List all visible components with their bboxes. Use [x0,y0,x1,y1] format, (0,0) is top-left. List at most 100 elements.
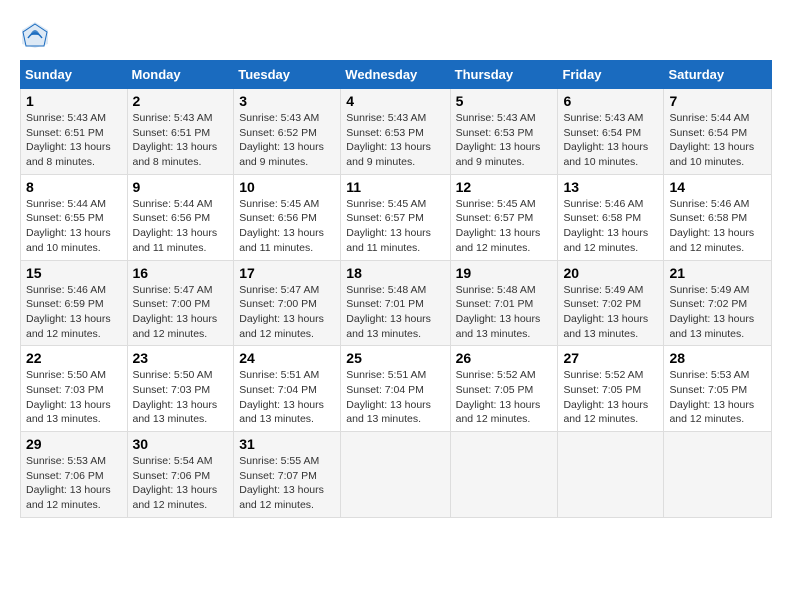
week-row-3: 15 Sunrise: 5:46 AMSunset: 6:59 PMDayligh… [21,260,772,346]
day-cell: 4Sunrise: 5:43 AMSunset: 6:53 PMDaylight… [341,89,450,175]
day-info: Sunrise: 5:51 AMSunset: 7:04 PMDaylight:… [346,369,431,425]
day-cell: 10 Sunrise: 5:45 AMSunset: 6:56 PMDayligh… [234,174,341,260]
day-cell: 28 Sunrise: 5:53 AMSunset: 7:05 PMDayligh… [664,346,772,432]
day-cell: 29Sunrise: 5:53 AMSunset: 7:06 PMDayligh… [21,432,128,518]
header-thursday: Thursday [450,61,558,89]
day-number: 24 [239,350,335,366]
day-info: Sunrise: 5:50 AMSunset: 7:03 PMDaylight:… [133,369,218,425]
day-cell: 30 Sunrise: 5:54 AMSunset: 7:06 PMDayligh… [127,432,234,518]
week-row-2: 8 Sunrise: 5:44 AMSunset: 6:55 PMDaylight… [21,174,772,260]
day-info: Sunrise: 5:54 AMSunset: 7:06 PMDaylight:… [133,455,218,511]
day-cell: 13Sunrise: 5:46 AMSunset: 6:58 PMDayligh… [558,174,664,260]
day-cell [450,432,558,518]
day-info: Sunrise: 5:43 AMSunset: 6:51 PMDaylight:… [133,112,218,168]
day-number: 12 [456,179,553,195]
day-info: Sunrise: 5:48 AMSunset: 7:01 PMDaylight:… [456,284,541,340]
day-info: Sunrise: 5:52 AMSunset: 7:05 PMDaylight:… [456,369,541,425]
day-cell: 20Sunrise: 5:49 AMSunset: 7:02 PMDayligh… [558,260,664,346]
day-number: 15 [26,265,122,281]
day-info: Sunrise: 5:43 AMSunset: 6:52 PMDaylight:… [239,112,324,168]
day-cell: 16 Sunrise: 5:47 AMSunset: 7:00 PMDayligh… [127,260,234,346]
day-cell: 23Sunrise: 5:50 AMSunset: 7:03 PMDayligh… [127,346,234,432]
week-row-5: 29Sunrise: 5:53 AMSunset: 7:06 PMDayligh… [21,432,772,518]
day-number: 9 [133,179,229,195]
day-number: 27 [563,350,658,366]
day-number: 16 [133,265,229,281]
logo [20,20,54,50]
day-cell: 1 Sunrise: 5:43 AMSunset: 6:51 PMDaylight… [21,89,128,175]
day-cell: 26Sunrise: 5:52 AMSunset: 7:05 PMDayligh… [450,346,558,432]
header-monday: Monday [127,61,234,89]
day-cell: 9 Sunrise: 5:44 AMSunset: 6:56 PMDaylight… [127,174,234,260]
day-number: 7 [669,93,766,109]
day-info: Sunrise: 5:52 AMSunset: 7:05 PMDaylight:… [563,369,648,425]
day-info: Sunrise: 5:43 AMSunset: 6:51 PMDaylight:… [26,112,111,168]
day-info: Sunrise: 5:45 AMSunset: 6:57 PMDaylight:… [346,198,431,254]
day-cell: 31 Sunrise: 5:55 AMSunset: 7:07 PMDayligh… [234,432,341,518]
day-cell: 22 Sunrise: 5:50 AMSunset: 7:03 PMDayligh… [21,346,128,432]
calendar-table: SundayMondayTuesdayWednesdayThursdayFrid… [20,60,772,518]
day-cell [664,432,772,518]
day-cell: 14 Sunrise: 5:46 AMSunset: 6:58 PMDayligh… [664,174,772,260]
day-cell: 5 Sunrise: 5:43 AMSunset: 6:53 PMDaylight… [450,89,558,175]
day-number: 11 [346,179,444,195]
day-info: Sunrise: 5:45 AMSunset: 6:56 PMDaylight:… [239,198,324,254]
day-info: Sunrise: 5:47 AMSunset: 7:00 PMDaylight:… [133,284,218,340]
header-tuesday: Tuesday [234,61,341,89]
day-info: Sunrise: 5:50 AMSunset: 7:03 PMDaylight:… [26,369,111,425]
day-cell: 18 Sunrise: 5:48 AMSunset: 7:01 PMDayligh… [341,260,450,346]
day-info: Sunrise: 5:53 AMSunset: 7:05 PMDaylight:… [669,369,754,425]
day-cell: 8 Sunrise: 5:44 AMSunset: 6:55 PMDaylight… [21,174,128,260]
header-wednesday: Wednesday [341,61,450,89]
day-number: 25 [346,350,444,366]
day-number: 2 [133,93,229,109]
day-number: 21 [669,265,766,281]
day-info: Sunrise: 5:43 AMSunset: 6:54 PMDaylight:… [563,112,648,168]
day-cell: 11 Sunrise: 5:45 AMSunset: 6:57 PMDayligh… [341,174,450,260]
day-cell: 21 Sunrise: 5:49 AMSunset: 7:02 PMDayligh… [664,260,772,346]
day-number: 28 [669,350,766,366]
day-number: 19 [456,265,553,281]
day-info: Sunrise: 5:44 AMSunset: 6:54 PMDaylight:… [669,112,754,168]
day-cell: 15 Sunrise: 5:46 AMSunset: 6:59 PMDayligh… [21,260,128,346]
day-info: Sunrise: 5:55 AMSunset: 7:07 PMDaylight:… [239,455,324,511]
day-number: 6 [563,93,658,109]
day-number: 1 [26,93,122,109]
day-info: Sunrise: 5:48 AMSunset: 7:01 PMDaylight:… [346,284,431,340]
day-number: 22 [26,350,122,366]
logo-icon [20,20,50,50]
day-info: Sunrise: 5:44 AMSunset: 6:56 PMDaylight:… [133,198,218,254]
header-friday: Friday [558,61,664,89]
day-cell: 2 Sunrise: 5:43 AMSunset: 6:51 PMDaylight… [127,89,234,175]
day-info: Sunrise: 5:46 AMSunset: 6:59 PMDaylight:… [26,284,111,340]
day-number: 30 [133,436,229,452]
day-info: Sunrise: 5:43 AMSunset: 6:53 PMDaylight:… [456,112,541,168]
header-row: SundayMondayTuesdayWednesdayThursdayFrid… [21,61,772,89]
day-info: Sunrise: 5:43 AMSunset: 6:53 PMDaylight:… [346,112,431,168]
page-header [20,20,772,50]
day-number: 8 [26,179,122,195]
day-cell: 6 Sunrise: 5:43 AMSunset: 6:54 PMDaylight… [558,89,664,175]
day-number: 14 [669,179,766,195]
day-number: 10 [239,179,335,195]
day-info: Sunrise: 5:49 AMSunset: 7:02 PMDaylight:… [669,284,754,340]
day-info: Sunrise: 5:45 AMSunset: 6:57 PMDaylight:… [456,198,541,254]
day-number: 20 [563,265,658,281]
day-info: Sunrise: 5:46 AMSunset: 6:58 PMDaylight:… [669,198,754,254]
day-cell: 12 Sunrise: 5:45 AMSunset: 6:57 PMDayligh… [450,174,558,260]
day-info: Sunrise: 5:47 AMSunset: 7:00 PMDaylight:… [239,284,324,340]
day-number: 31 [239,436,335,452]
day-info: Sunrise: 5:51 AMSunset: 7:04 PMDaylight:… [239,369,324,425]
week-row-4: 22 Sunrise: 5:50 AMSunset: 7:03 PMDayligh… [21,346,772,432]
week-row-1: 1 Sunrise: 5:43 AMSunset: 6:51 PMDaylight… [21,89,772,175]
day-number: 13 [563,179,658,195]
day-info: Sunrise: 5:44 AMSunset: 6:55 PMDaylight:… [26,198,111,254]
day-number: 18 [346,265,444,281]
day-number: 29 [26,436,122,452]
day-cell: 27 Sunrise: 5:52 AMSunset: 7:05 PMDayligh… [558,346,664,432]
day-number: 5 [456,93,553,109]
day-cell: 3Sunrise: 5:43 AMSunset: 6:52 PMDaylight… [234,89,341,175]
header-sunday: Sunday [21,61,128,89]
day-cell [341,432,450,518]
day-cell [558,432,664,518]
